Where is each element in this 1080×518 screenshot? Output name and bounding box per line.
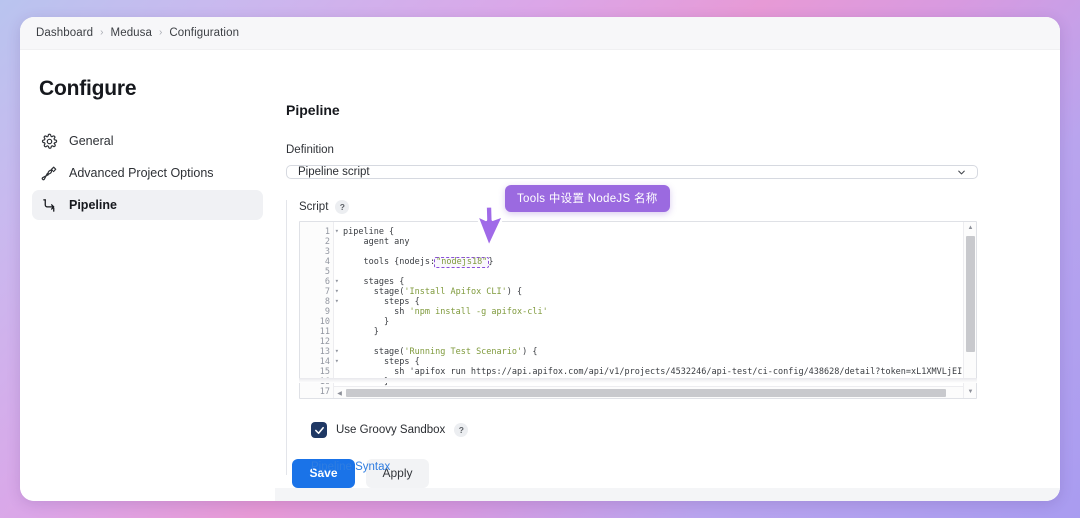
sidebar-item-label: Advanced Project Options: [69, 166, 214, 180]
script-group: Script ? Tools 中设置 NodeJS 名称 1 ▾ 2 3 4 5 6 ▾ 7 ▾ 8…: [286, 185, 978, 475]
line-number: 14 ▾: [319, 357, 339, 367]
code-line: sh 'apifox run https://api.apifox.com/ap…: [394, 367, 976, 377]
code-line: pipeline {: [343, 227, 395, 237]
breadcrumb-item-dashboard[interactable]: Dashboard: [36, 27, 93, 39]
highlighted-token: "nodejs18": [434, 257, 490, 268]
line-number: 17: [319, 387, 330, 397]
sidebar-item-label: Pipeline: [69, 198, 117, 212]
definition-label: Definition: [286, 144, 334, 156]
line-number: 12: [319, 337, 330, 347]
editor-code-area[interactable]: pipeline { agent any tools {nodejs:"node…: [334, 222, 976, 398]
sidebar-item-pipeline[interactable]: Pipeline: [32, 190, 263, 220]
line-number: 15: [319, 367, 330, 377]
line-number: 3: [324, 247, 330, 257]
footer-divider: [275, 488, 1060, 501]
breadcrumb-item-configuration[interactable]: Configuration: [169, 27, 239, 39]
sidebar-item-label: General: [69, 134, 114, 148]
groovy-sandbox-row: Use Groovy Sandbox ?: [311, 422, 978, 438]
code-line: stage('Install Apifox CLI') {: [343, 287, 523, 297]
script-code-editor[interactable]: 1▾23456▾7▾8▾910111213▾14▾151617 pipeline…: [299, 221, 977, 399]
editor-vertical-scrollbar[interactable]: ▲ ▼: [963, 222, 976, 398]
line-number: 2: [324, 237, 330, 247]
window-body: Configure General Advanced Project Optio…: [20, 50, 1060, 501]
line-number: 4: [324, 257, 330, 267]
scroll-up-icon[interactable]: ▲: [964, 222, 976, 234]
wrench-icon: [41, 165, 58, 182]
code-line: stage('Running Test Scenario') {: [343, 347, 538, 357]
line-number: 5: [324, 267, 330, 277]
code-line: tools {nodejs:"nodejs18"}: [343, 257, 494, 268]
code-line: }: [343, 327, 379, 337]
line-number: 8 ▾: [324, 297, 339, 307]
sidebar-item-general[interactable]: General: [32, 126, 263, 156]
groovy-sandbox-checkbox[interactable]: [311, 422, 327, 438]
breadcrumb-item-medusa[interactable]: Medusa: [111, 27, 153, 39]
pipeline-config-panel: Pipeline Definition Pipeline script Scri…: [275, 50, 1060, 501]
code-line: stages {: [343, 277, 405, 287]
breadcrumb-separator: ›: [159, 27, 163, 38]
pipeline-syntax-link[interactable]: Pipeline Syntax: [311, 461, 390, 473]
line-number: 10: [319, 317, 330, 327]
sandbox-help-icon[interactable]: ?: [454, 423, 469, 437]
horizontal-scroll-thumb[interactable]: [346, 389, 946, 397]
line-number: 11: [319, 327, 330, 337]
line-number: 6 ▾: [324, 277, 339, 287]
definition-select-value: Pipeline script: [298, 166, 370, 178]
line-number: 1 ▾: [324, 227, 339, 237]
pipeline-icon: [41, 197, 58, 214]
definition-select[interactable]: Pipeline script: [286, 165, 978, 179]
scroll-down-icon[interactable]: ▼: [964, 386, 976, 398]
script-help-icon[interactable]: ?: [335, 200, 350, 214]
code-line: steps {: [343, 357, 420, 367]
page-title: Configure: [39, 77, 137, 100]
code-line: sh 'npm install -g apifox-cli': [343, 307, 548, 317]
code-line: }: [343, 317, 390, 327]
editor-line-numbers: 1▾23456▾7▾8▾910111213▾14▾151617: [300, 222, 339, 398]
code-line: agent any: [343, 237, 410, 247]
vertical-scroll-thumb[interactable]: [966, 236, 975, 352]
line-number: 7 ▾: [324, 287, 339, 297]
editor-bottom-shadow: [299, 378, 977, 383]
breadcrumb: Dashboard › Medusa › Configuration: [20, 17, 1060, 50]
breadcrumb-separator: ›: [100, 27, 104, 38]
script-label: Script: [299, 201, 329, 213]
configure-sidebar: Configure General Advanced Project Optio…: [20, 50, 275, 445]
annotation-callout: Tools 中设置 NodeJS 名称: [505, 185, 670, 212]
line-number: 9: [324, 307, 330, 317]
code-line: steps {: [343, 297, 420, 307]
sidebar-nav-list: General Advanced Project Options Pipelin…: [20, 126, 275, 220]
chevron-down-icon: [956, 167, 967, 178]
editor-horizontal-scrollbar[interactable]: ◀: [334, 386, 963, 398]
line-number: 13 ▾: [319, 347, 339, 357]
groovy-sandbox-label: Use Groovy Sandbox: [336, 424, 446, 436]
app-window: Dashboard › Medusa › Configuration Confi…: [20, 17, 1060, 501]
section-title: Pipeline: [286, 102, 340, 118]
scroll-left-icon[interactable]: ◀: [334, 387, 345, 398]
sidebar-item-advanced-project-options[interactable]: Advanced Project Options: [32, 158, 263, 188]
gear-icon: [41, 133, 58, 150]
